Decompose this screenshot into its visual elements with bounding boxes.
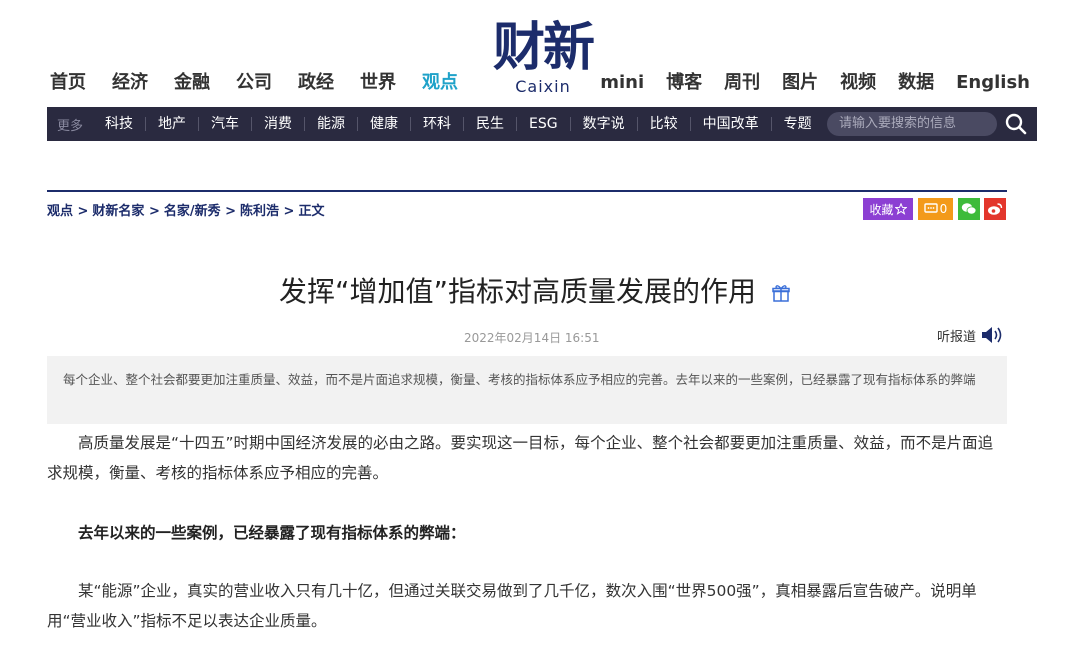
category-item[interactable]: 环科 — [410, 117, 463, 131]
nav-finance[interactable]: 金融 — [174, 70, 210, 96]
article-paragraph: 高质量发展是“十四五”时期中国经济发展的必由之路。要实现这一目标，每个企业、整个… — [47, 434, 994, 482]
category-item[interactable]: 比较 — [636, 117, 690, 131]
category-item[interactable]: 专题 — [770, 117, 824, 131]
nav-companies[interactable]: 公司 — [236, 70, 272, 96]
search-input[interactable]: 请输入要搜索的信息 — [827, 112, 997, 136]
nav-economy[interactable]: 经济 — [112, 70, 148, 96]
nav-weekly[interactable]: 周刊 — [724, 70, 760, 96]
wechat-icon — [961, 203, 977, 215]
header-divider — [47, 190, 1007, 192]
article-subheading: 去年以来的一些案例，已经暴露了现有指标体系的弊端： — [78, 524, 466, 542]
breadcrumb-opinion[interactable]: 观点 > — [47, 200, 88, 219]
wechat-share-button[interactable] — [958, 198, 980, 220]
nav-english[interactable]: English — [956, 70, 1030, 96]
category-item[interactable]: 科技 — [93, 117, 145, 131]
category-item[interactable]: 消费 — [251, 117, 304, 131]
category-item[interactable]: 数字说 — [569, 117, 637, 131]
category-item[interactable]: 民生 — [463, 117, 516, 131]
main-nav-left: 首页 经济 金融 公司 政经 世界 观点 — [50, 70, 484, 96]
category-more[interactable]: 更多 — [47, 115, 93, 134]
publish-date: 2022年02月14日 16:51 — [464, 331, 600, 345]
nav-blog[interactable]: 博客 — [666, 70, 702, 96]
star-icon — [894, 203, 907, 215]
collect-label: 收藏 — [869, 202, 894, 217]
nav-photos[interactable]: 图片 — [782, 70, 818, 96]
nav-video[interactable]: 视频 — [840, 70, 876, 96]
category-item[interactable]: ESG — [516, 117, 570, 131]
nav-opinion[interactable]: 观点 — [422, 70, 458, 96]
category-item[interactable]: 汽车 — [198, 117, 251, 131]
breadcrumb-author[interactable]: 陈利浩 > — [240, 200, 294, 219]
listen-label: 听报道 — [937, 329, 977, 345]
logo-chinese: 财新 — [492, 17, 595, 78]
nav-mini[interactable]: mini — [600, 70, 644, 96]
speaker-icon — [982, 327, 1002, 343]
search-icon[interactable] — [1005, 113, 1027, 135]
comment-button[interactable]: 0 — [918, 198, 953, 220]
article-paragraph: 某“能源”企业，真实的营业收入只有几十亿，但通过关联交易做到了几千亿，数次入围“… — [47, 582, 977, 630]
nav-world[interactable]: 世界 — [360, 70, 396, 96]
category-bar: 更多 科技 地产 汽车 消费 能源 健康 环科 民生 ESG 数字说 比较 中国… — [47, 107, 1037, 141]
top-navigation: 首页 经济 金融 公司 政经 世界 观点 财新 Caixin mini 博客 周… — [0, 0, 1070, 105]
weibo-share-button[interactable] — [984, 198, 1006, 220]
article-title: 发挥“增加值”指标对高质量发展的作用 — [279, 275, 757, 308]
category-item[interactable]: 健康 — [357, 117, 410, 131]
weibo-icon — [988, 203, 1003, 215]
listen-button[interactable]: 听报道 — [937, 325, 1004, 345]
gift-icon[interactable] — [771, 283, 791, 303]
collect-button[interactable]: 收藏 — [863, 198, 913, 220]
category-item[interactable]: 能源 — [304, 117, 357, 131]
nav-home[interactable]: 首页 — [50, 70, 86, 96]
article-title-wrap: 发挥“增加值”指标对高质量发展的作用 — [0, 270, 1070, 310]
nav-politics[interactable]: 政经 — [298, 70, 334, 96]
category-item[interactable]: 中国改革 — [689, 117, 771, 131]
breadcrumb-current: 正文 — [298, 204, 325, 219]
article-summary: 每个企业、整个社会都要更加注重质量、效益，而不是片面追求规模，衡量、考核的指标体… — [47, 356, 1007, 424]
breadcrumb-columnists-new[interactable]: 名家/新秀 > — [164, 200, 236, 219]
comment-count: 0 — [939, 202, 948, 216]
nav-data[interactable]: 数据 — [898, 70, 934, 96]
main-nav-right: mini 博客 周刊 图片 视频 数据 English — [578, 70, 1030, 96]
breadcrumb-caixin-columnists[interactable]: 财新名家 > — [92, 200, 159, 219]
breadcrumb: 观点 > 财新名家 > 名家/新秀 > 陈利浩 > 正文 — [47, 200, 328, 219]
category-item[interactable]: 地产 — [145, 117, 198, 131]
comment-icon — [923, 203, 938, 213]
